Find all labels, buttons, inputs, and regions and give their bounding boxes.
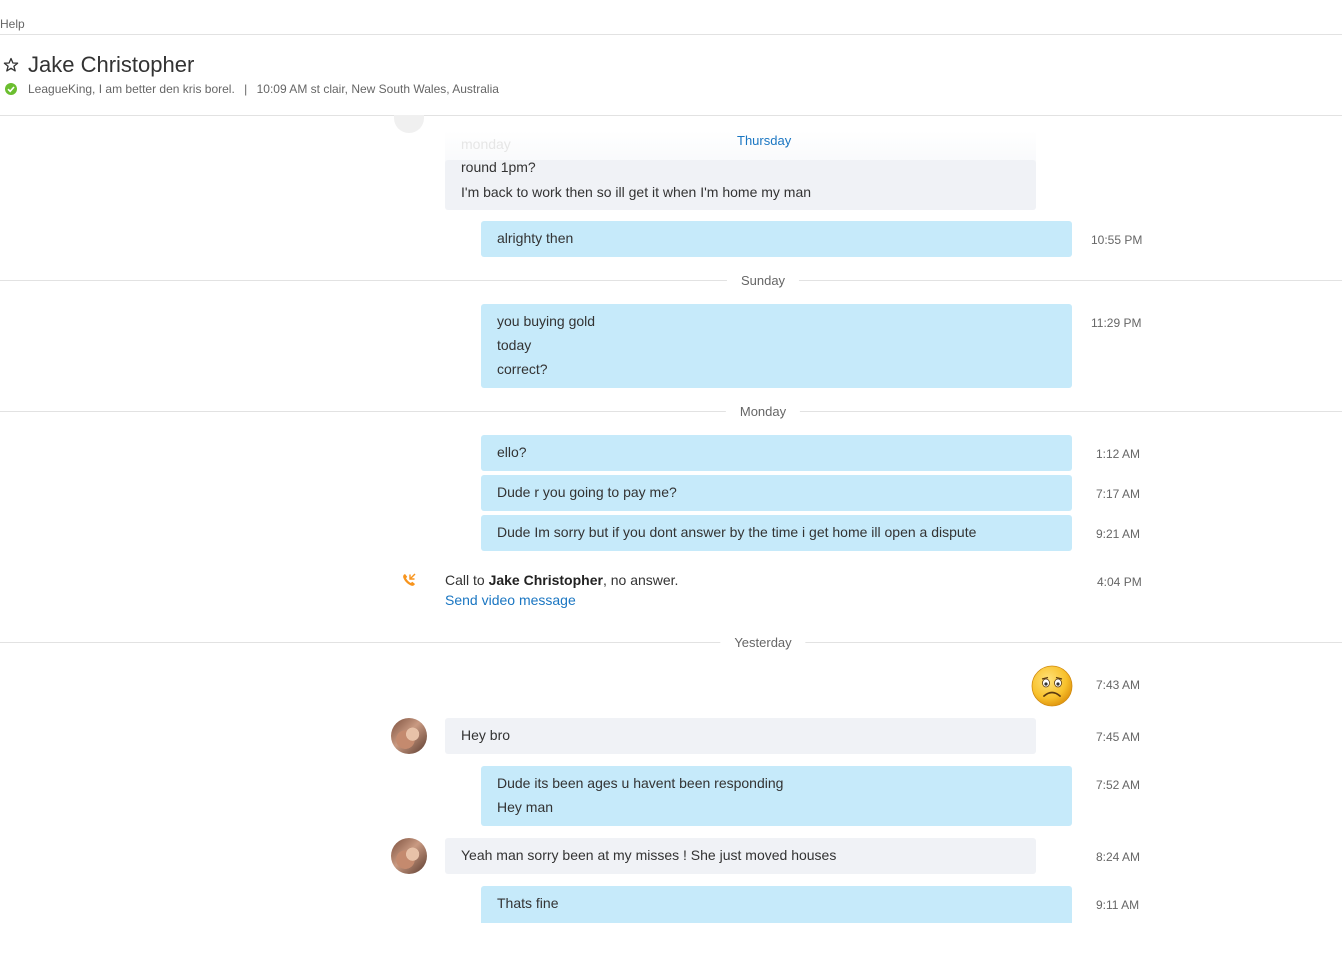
status-separator: | — [244, 82, 248, 96]
message-line: I'm back to work then so ill get it when… — [461, 184, 812, 200]
outgoing-message-bubble[interactable]: Dude its been ages u havent been respond… — [481, 766, 1072, 826]
message-timestamp: 8:24 AM — [1096, 850, 1141, 864]
message-line: Dude its been ages u havent been respond… — [497, 775, 784, 791]
message-line: Hey man — [497, 799, 554, 815]
message-timestamp: 7:52 AM — [1096, 778, 1141, 792]
local-time-location: 10:09 AM st clair, New South Wales, Aust… — [256, 82, 499, 96]
message-line: correct? — [497, 361, 548, 377]
day-separator-line — [0, 642, 1342, 643]
send-video-message-link[interactable]: Send video message — [445, 592, 576, 608]
message-line: ello? — [497, 444, 527, 460]
missed-call-icon — [403, 573, 416, 586]
menu-help[interactable]: Help — [0, 17, 25, 31]
online-status-icon — [5, 83, 17, 95]
contact-status-line: LeagueKing, I am better den kris borel. … — [28, 82, 499, 96]
outgoing-message-bubble[interactable]: ello? — [481, 435, 1072, 471]
incoming-message-bubble[interactable]: Hey bro — [445, 718, 1036, 754]
message-timestamp: 7:17 AM — [1096, 487, 1141, 501]
day-separator-label: Monday — [725, 404, 801, 419]
contact-avatar[interactable] — [391, 838, 427, 874]
day-separator-line — [0, 411, 1342, 412]
message-timestamp: 11:29 PM — [1091, 316, 1142, 330]
menu-divider — [0, 34, 1342, 35]
outgoing-message-bubble[interactable]: Dude Im sorry but if you dont answer by … — [481, 515, 1072, 551]
mood-message: LeagueKing, I am better den kris borel. — [28, 82, 235, 96]
outgoing-message-bubble[interactable]: Thats fine — [481, 886, 1072, 923]
header-divider — [0, 115, 1342, 116]
incoming-message-bubble[interactable]: Yeah man sorry been at my misses ! She j… — [445, 838, 1036, 874]
avatar-partial — [394, 115, 424, 133]
message-timestamp: 7:43 AM — [1096, 678, 1141, 692]
day-separator-label: Sunday — [726, 273, 800, 288]
message-timestamp: 10:55 PM — [1091, 233, 1143, 247]
floating-day-label[interactable]: Thursday — [737, 133, 791, 148]
message-line: round 1pm? — [461, 160, 536, 175]
message-line: alrighty then — [497, 230, 574, 246]
call-suffix: , no answer. — [602, 572, 679, 588]
favorite-star-icon[interactable] — [3, 57, 19, 73]
incoming-message-bubble[interactable]: round 1pm? I'm back to work then so ill … — [445, 160, 1036, 210]
call-status-text: Call to Jake Christopher, no answer. — [445, 572, 678, 588]
outgoing-message-bubble[interactable]: you buying gold today correct? — [481, 304, 1072, 388]
message-line: Dude Im sorry but if you dont answer by … — [497, 524, 977, 540]
message-line: Thats fine — [497, 895, 559, 911]
message-timestamp: 9:21 AM — [1096, 527, 1141, 541]
day-separator-label: Yesterday — [720, 635, 806, 650]
message-line: Yeah man sorry been at my misses ! She j… — [461, 847, 837, 863]
message-line: today — [497, 337, 532, 353]
message-timestamp: 9:11 AM — [1096, 898, 1140, 912]
message-line: Dude r you going to pay me? — [497, 484, 677, 500]
message-timestamp: 1:12 AM — [1096, 447, 1141, 461]
contact-name-title[interactable]: Jake Christopher — [28, 52, 194, 78]
call-prefix: Call to — [445, 572, 489, 588]
contact-avatar[interactable] — [391, 718, 427, 754]
outgoing-message-bubble[interactable]: alrighty then — [481, 221, 1072, 257]
faded-day-text: monday — [461, 136, 511, 152]
day-separator-line — [0, 280, 1342, 281]
message-line: you buying gold — [497, 313, 596, 329]
sad-emoticon-icon[interactable] — [1031, 665, 1073, 707]
message-timestamp: 4:04 PM — [1097, 575, 1142, 589]
message-line: Hey bro — [461, 727, 511, 743]
call-contact-name: Jake Christopher — [488, 572, 603, 588]
outgoing-message-bubble[interactable]: Dude r you going to pay me? — [481, 475, 1072, 511]
message-timestamp: 7:45 AM — [1096, 730, 1141, 744]
